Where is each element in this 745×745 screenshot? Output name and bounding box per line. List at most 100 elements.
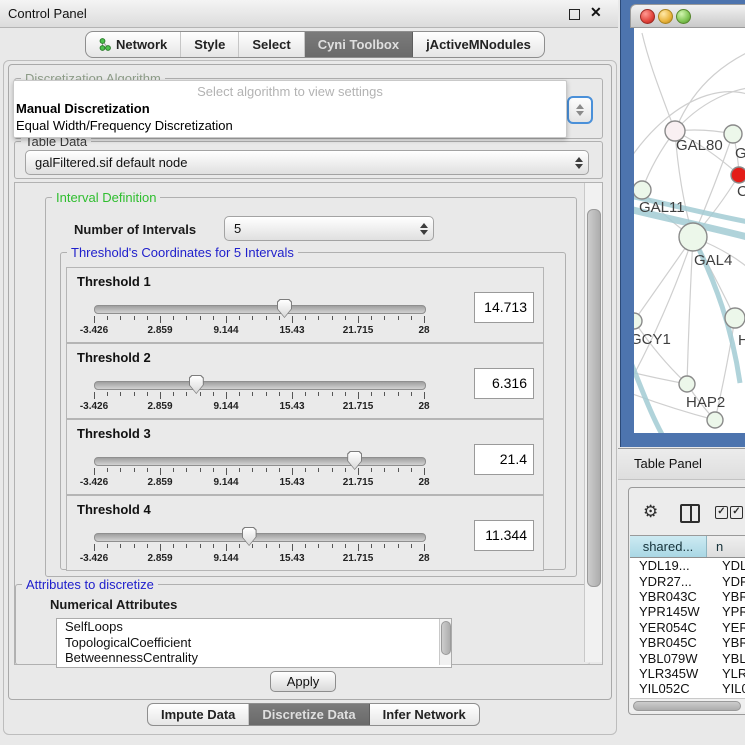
table-row[interactable]: YBR043CYBR0: [630, 589, 745, 604]
node-label: C: [737, 183, 745, 200]
slider-track[interactable]: [94, 533, 426, 542]
algorithm-combo-stepper[interactable]: [567, 96, 593, 124]
cell-name[interactable]: YBR0: [715, 635, 745, 650]
attributes-scrollbar-thumb[interactable]: [441, 621, 451, 655]
cell-shared-name[interactable]: YPR145W: [630, 604, 715, 619]
attribute-list-item[interactable]: SelfLoops: [57, 619, 451, 635]
cell-name[interactable]: YDR2: [715, 574, 745, 589]
close-icon[interactable]: ✕: [590, 4, 602, 21]
num-intervals-combobox[interactable]: 5: [224, 216, 434, 241]
cell-name[interactable]: YBL0: [715, 651, 745, 666]
attribute-list-item[interactable]: TopologicalCoefficient: [57, 635, 451, 651]
select-column-checkbox-icon[interactable]: ✓: [730, 506, 743, 519]
slider-track[interactable]: [94, 381, 426, 390]
table-row[interactable]: YBL079WYBL0: [630, 650, 745, 665]
slider-tick: [266, 392, 267, 396]
slider-thumb[interactable]: [277, 299, 292, 318]
threshold-value-field[interactable]: 11.344: [474, 520, 534, 551]
tab-select[interactable]: Select: [239, 32, 304, 57]
column-header-name[interactable]: n: [707, 536, 745, 557]
network-window-titlebar[interactable]: [630, 4, 745, 28]
table-settings-gear-icon[interactable]: ⚙: [643, 503, 658, 520]
column-header-shared-name[interactable]: shared...: [630, 536, 707, 557]
table-row[interactable]: YBR045CYBR0: [630, 635, 745, 650]
attributes-scrollbar[interactable]: [439, 619, 451, 665]
slider-tick: [305, 316, 306, 320]
network-node-gal11[interactable]: [634, 181, 651, 199]
table-row[interactable]: YLR345WYLR3: [630, 666, 745, 681]
network-nodes[interactable]: [634, 121, 745, 428]
threshold-slider[interactable]: -3.4262.8599.14415.4321.71528: [94, 527, 424, 569]
table-row[interactable]: YIL052CYIL0: [630, 681, 745, 696]
table-row[interactable]: YDL19...YDL1: [630, 558, 745, 573]
network-node-h[interactable]: [725, 308, 745, 328]
cell-name[interactable]: YPR1: [715, 604, 745, 619]
algorithm-option[interactable]: Manual Discretization: [16, 101, 150, 116]
tab-infer-network[interactable]: Infer Network: [370, 704, 479, 725]
tab-impute-data[interactable]: Impute Data: [148, 704, 249, 725]
table-data-combobox[interactable]: galFiltered.sif default node: [25, 150, 589, 175]
cell-name[interactable]: YLR3: [715, 666, 745, 681]
table-row[interactable]: YER054CYER0: [630, 620, 745, 635]
network-node-c[interactable]: [731, 167, 745, 183]
slider-tick: [120, 392, 121, 396]
slider-track[interactable]: [94, 305, 426, 314]
minimize-traffic-light-icon[interactable]: [658, 9, 673, 24]
tab-cyni-toolbox[interactable]: Cyni Toolbox: [305, 32, 413, 57]
threshold-value-field[interactable]: 21.4: [474, 444, 534, 475]
cell-shared-name[interactable]: YLR345W: [630, 666, 715, 681]
viewport-scrollbar-thumb[interactable]: [587, 209, 601, 587]
close-traffic-light-icon[interactable]: [640, 9, 655, 24]
cell-name[interactable]: YDL1: [715, 558, 745, 573]
threshold-value-field[interactable]: 14.713: [474, 292, 534, 323]
table-hscrollbar[interactable]: [630, 698, 745, 712]
network-node[interactable]: [707, 412, 723, 428]
network-canvas[interactable]: GAL80GACGAL11GAL4GCY1HHAP2: [634, 28, 745, 433]
threshold-slider[interactable]: -3.4262.8599.14415.4321.71528: [94, 375, 424, 417]
stepper-icon[interactable]: [570, 151, 588, 174]
threshold-value-field[interactable]: 6.316: [474, 368, 534, 399]
slider-tick: [398, 316, 399, 320]
slider-thumb[interactable]: [189, 375, 204, 394]
cell-shared-name[interactable]: YDL19...: [630, 558, 715, 573]
apply-button[interactable]: Apply: [270, 671, 336, 692]
cell-shared-name[interactable]: YER054C: [630, 620, 715, 635]
split-columns-icon[interactable]: [680, 504, 700, 523]
node-label: GCY1: [634, 331, 671, 348]
cell-name[interactable]: YBR0: [715, 589, 745, 604]
tab-style[interactable]: Style: [181, 32, 239, 57]
table-row[interactable]: YPR145WYPR1: [630, 604, 745, 619]
cell-name[interactable]: YIL0: [715, 681, 745, 696]
attribute-list-item[interactable]: BetweennessCentrality: [57, 650, 451, 666]
slider-tick: [332, 316, 333, 320]
network-node-gal4[interactable]: [679, 223, 707, 251]
algorithm-option[interactable]: Equal Width/Frequency Discretization: [16, 118, 233, 133]
slider-thumb[interactable]: [242, 527, 257, 546]
tab-discretize-data[interactable]: Discretize Data: [249, 704, 369, 725]
stepper-icon[interactable]: [415, 217, 433, 240]
viewport-scrollbar[interactable]: [584, 183, 602, 662]
cell-name[interactable]: YER0: [715, 620, 745, 635]
float-window-icon[interactable]: [569, 9, 580, 20]
network-node-gcy1[interactable]: [634, 313, 642, 329]
cell-shared-name[interactable]: YBL079W: [630, 651, 715, 666]
slider-track[interactable]: [94, 457, 426, 466]
attributes-listbox[interactable]: SelfLoopsTopologicalCoefficientBetweenne…: [56, 618, 452, 668]
tab-network[interactable]: Network: [86, 32, 181, 57]
table-row[interactable]: YDR27...YDR2: [630, 573, 745, 588]
cell-shared-name[interactable]: YBR043C: [630, 589, 715, 604]
table-hscrollbar-thumb[interactable]: [633, 701, 741, 711]
cell-shared-name[interactable]: YBR045C: [630, 635, 715, 650]
zoom-traffic-light-icon[interactable]: [676, 9, 691, 24]
network-node-hap2[interactable]: [679, 376, 695, 392]
threshold-slider[interactable]: -3.4262.8599.14415.4321.71528: [94, 451, 424, 493]
cell-shared-name[interactable]: YIL052C: [630, 681, 715, 696]
slider-tick: [411, 468, 412, 472]
select-all-checkbox-icon[interactable]: ✓: [715, 506, 728, 519]
slider-thumb[interactable]: [347, 451, 362, 470]
network-node-ga[interactable]: [724, 125, 742, 143]
tab-jactivemnodules[interactable]: jActiveMNodules: [413, 32, 544, 57]
attributes-group-title: Attributes to discretize: [22, 577, 158, 592]
cell-shared-name[interactable]: YDR27...: [630, 574, 715, 589]
threshold-slider[interactable]: -3.4262.8599.14415.4321.71528: [94, 299, 424, 341]
